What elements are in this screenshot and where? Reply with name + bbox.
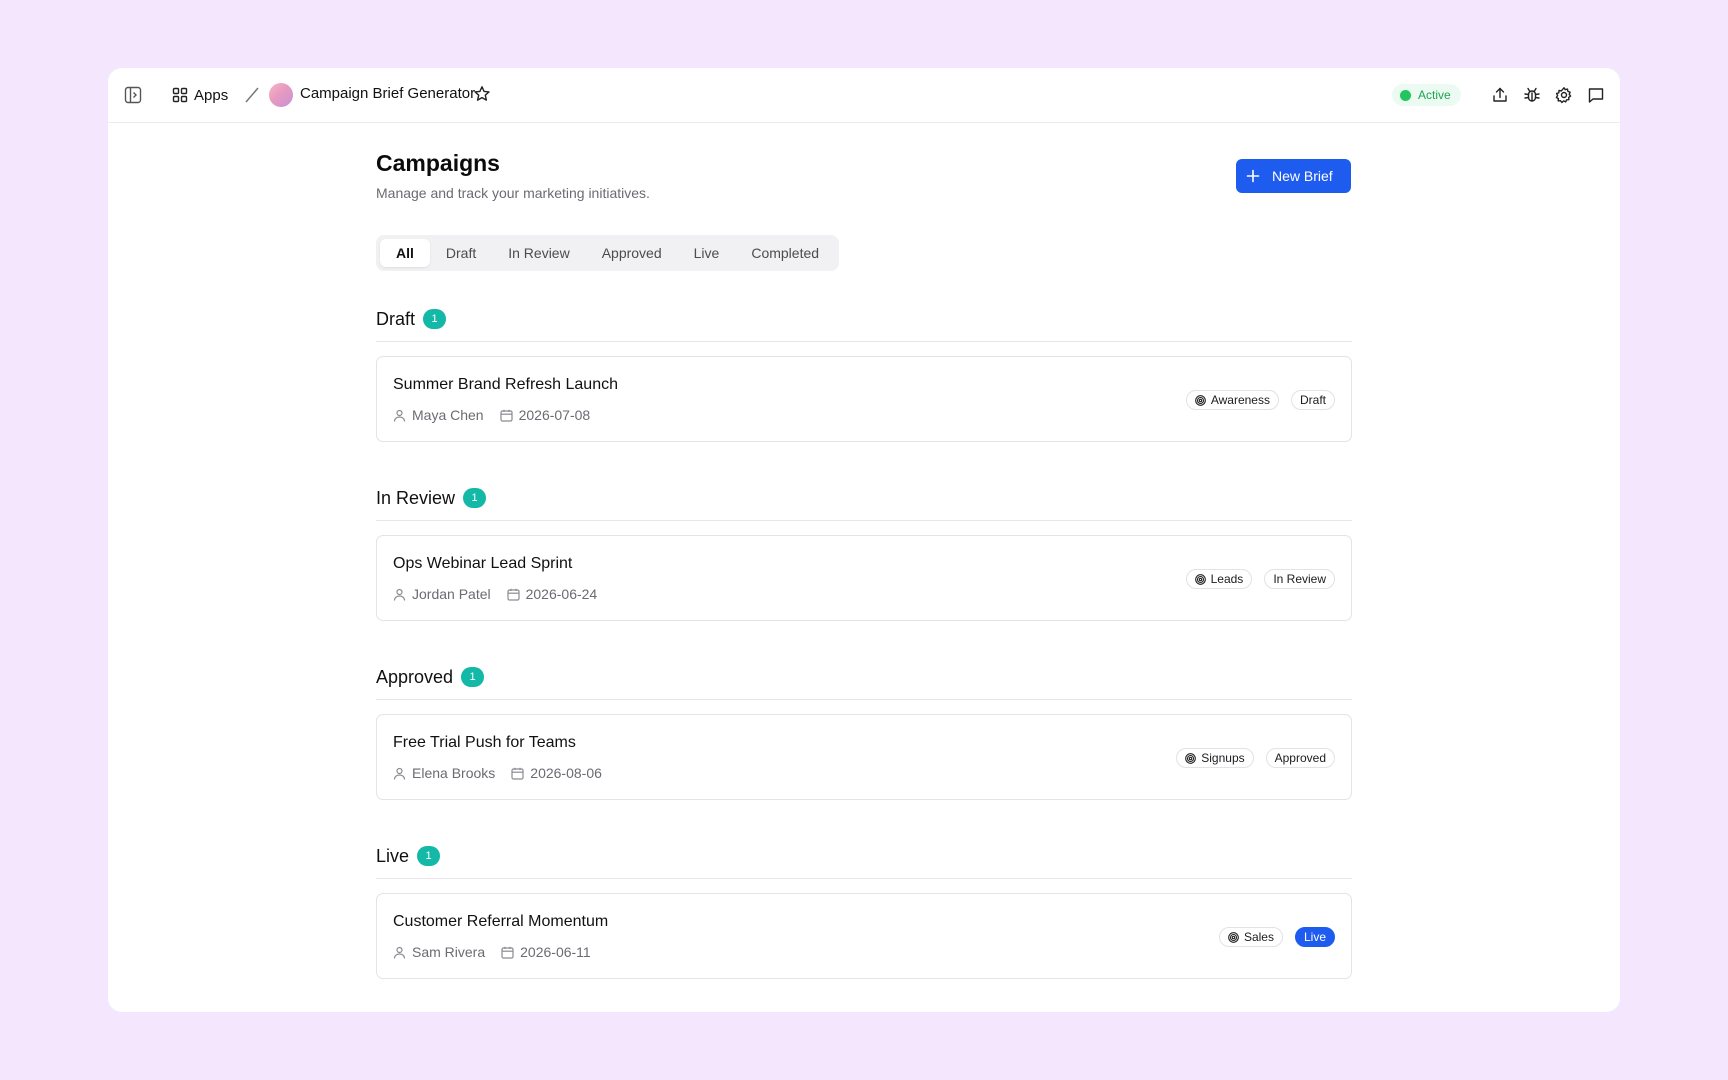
tab-all[interactable]: All xyxy=(380,239,430,267)
campaign-owner: Sam Rivera xyxy=(412,944,486,960)
campaign-card[interactable]: Ops Webinar Lead Sprint Jordan Patel 202… xyxy=(376,535,1352,621)
section-title: In Review xyxy=(376,488,456,508)
campaign-date-group: 2026-06-24 xyxy=(507,586,598,602)
tab-in-review[interactable]: In Review xyxy=(492,239,585,267)
star-icon[interactable] xyxy=(473,85,491,103)
target-icon xyxy=(1194,394,1206,406)
campaign-meta: Jordan Patel 2026-06-24 xyxy=(393,586,597,602)
campaign-tags: Leads In Review xyxy=(1185,569,1335,589)
section-header-live: Live 1 xyxy=(376,845,1352,879)
status-dot-icon xyxy=(1400,89,1411,101)
campaign-date-group: 2026-06-11 xyxy=(501,944,591,960)
goal-label: Signups xyxy=(1201,751,1245,765)
count-badge: 1 xyxy=(461,667,485,687)
tab-completed[interactable]: Completed xyxy=(735,239,835,267)
section-title: Draft xyxy=(376,309,416,329)
campaign-card[interactable]: Customer Referral Momentum Sam Rivera 20… xyxy=(376,893,1352,979)
goal-tag: Signups xyxy=(1176,748,1254,768)
campaign-owner: Elena Brooks xyxy=(412,765,496,781)
campaign-title: Customer Referral Momentum xyxy=(393,913,609,930)
goal-label: Sales xyxy=(1243,930,1274,944)
campaign-date: 2026-06-24 xyxy=(525,586,598,602)
goal-tag: Leads xyxy=(1185,569,1253,589)
calendar-icon xyxy=(507,588,520,601)
user-icon xyxy=(393,946,406,959)
campaign-meta: Elena Brooks 2026-08-06 xyxy=(393,765,602,781)
campaign-card[interactable]: Summer Brand Refresh Launch Maya Chen 20… xyxy=(376,356,1352,442)
breadcrumb-apps[interactable]: Apps xyxy=(172,84,228,106)
tab-live[interactable]: Live xyxy=(678,239,736,267)
app-avatar xyxy=(269,83,293,107)
gear-icon[interactable] xyxy=(1555,86,1573,104)
status-filter-tabs: All Draft In Review Approved Live Comple… xyxy=(376,235,840,271)
target-icon xyxy=(1185,752,1197,764)
app-window: Apps Campaign Brief Generator Active Cam… xyxy=(108,68,1620,1012)
target-icon xyxy=(1228,931,1239,943)
section-title: Live xyxy=(376,846,410,866)
status-badge: Active xyxy=(1392,84,1461,106)
app-title[interactable]: Campaign Brief Generator xyxy=(300,85,475,102)
comment-icon[interactable] xyxy=(1587,86,1605,104)
sidebar-toggle-icon[interactable] xyxy=(124,86,142,104)
status-label: Active xyxy=(1418,88,1451,102)
goal-label: Leads xyxy=(1210,572,1244,586)
campaign-date-group: 2026-07-08 xyxy=(499,407,591,423)
goal-tag: Sales xyxy=(1218,927,1283,947)
campaign-meta: Maya Chen 2026-07-08 xyxy=(393,407,590,423)
new-brief-label: New Brief xyxy=(1272,168,1333,184)
goal-label: Awareness xyxy=(1210,393,1270,407)
campaign-date-group: 2026-08-06 xyxy=(511,765,602,781)
target-icon xyxy=(1194,573,1206,585)
campaign-owner: Jordan Patel xyxy=(412,586,491,602)
status-tag: In Review xyxy=(1264,569,1335,589)
status-tag: Draft xyxy=(1290,390,1335,410)
page-title: Campaigns xyxy=(376,150,500,176)
campaign-tags: Signups Approved xyxy=(1176,748,1335,768)
bug-icon[interactable] xyxy=(1523,86,1541,104)
campaign-card[interactable]: Free Trial Push for Teams Elena Brooks 2… xyxy=(376,714,1352,800)
section-header-draft: Draft 1 xyxy=(376,308,1352,342)
section-title: Approved xyxy=(376,667,454,687)
campaign-owner: Maya Chen xyxy=(412,407,484,423)
section-header-approved: Approved 1 xyxy=(376,666,1352,700)
campaign-tags: Awareness Draft xyxy=(1185,390,1335,410)
status-tag: Live xyxy=(1294,927,1335,947)
campaign-title: Free Trial Push for Teams xyxy=(393,734,576,751)
campaign-date: 2026-08-06 xyxy=(530,765,602,781)
campaign-date: 2026-07-08 xyxy=(518,407,591,423)
calendar-icon xyxy=(501,946,514,959)
page-subtitle: Manage and track your marketing initiati… xyxy=(376,185,650,201)
calendar-icon xyxy=(511,767,524,780)
goal-tag: Awareness xyxy=(1185,390,1279,410)
user-icon xyxy=(393,767,406,780)
share-icon[interactable] xyxy=(1491,86,1509,104)
breadcrumb-separator-icon xyxy=(245,87,259,103)
campaign-title: Ops Webinar Lead Sprint xyxy=(393,555,573,572)
count-badge: 1 xyxy=(423,309,447,329)
calendar-icon xyxy=(499,409,513,422)
count-badge: 1 xyxy=(417,846,441,866)
user-icon xyxy=(393,588,406,601)
count-badge: 1 xyxy=(463,488,487,508)
plus-icon xyxy=(1246,169,1260,183)
new-brief-button[interactable]: New Brief xyxy=(1236,159,1351,193)
campaign-tags: Sales Live xyxy=(1218,927,1335,947)
tab-approved[interactable]: Approved xyxy=(586,239,678,267)
status-tag: Approved xyxy=(1265,748,1335,768)
campaign-meta: Sam Rivera 2026-06-11 xyxy=(393,944,591,960)
user-icon xyxy=(393,409,406,422)
top-bar: Apps Campaign Brief Generator Active xyxy=(108,68,1620,123)
apps-grid-icon xyxy=(172,87,188,103)
campaign-title: Summer Brand Refresh Launch xyxy=(393,376,618,393)
section-header-in-review: In Review 1 xyxy=(376,487,1352,521)
apps-label: Apps xyxy=(194,86,229,104)
tab-draft[interactable]: Draft xyxy=(430,239,492,267)
campaign-date: 2026-06-11 xyxy=(520,944,591,960)
